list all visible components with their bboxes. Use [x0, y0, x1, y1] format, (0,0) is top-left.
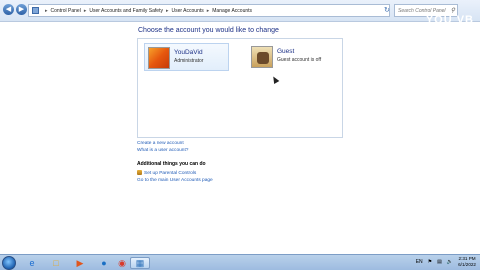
media-player-icon[interactable]: ▶	[70, 257, 90, 269]
clock[interactable]: 2:31 PM 6/1/2022	[458, 256, 476, 268]
parental-controls-icon	[137, 170, 142, 175]
control-panel-icon[interactable]: ▦	[130, 257, 150, 269]
chevron-right-icon: ▸	[206, 7, 210, 14]
account-role: Guest account is off	[277, 57, 322, 63]
breadcrumb-user-accounts[interactable]: User Accounts	[172, 8, 204, 14]
system-tray: EN ⚑ ▤ 🔈 2:31 PM 6/1/2022	[416, 256, 476, 268]
account-name: Guest	[277, 48, 295, 55]
main-user-accounts-link[interactable]: Go to the main User Accounts page	[137, 178, 213, 183]
control-panel-icon	[32, 7, 39, 14]
start-button[interactable]	[2, 256, 16, 270]
accounts-panel: YouDaVid Administrator Guest Guest accou…	[137, 38, 343, 138]
ie-icon[interactable]: e	[22, 257, 42, 269]
forward-button[interactable]: ▶	[16, 4, 27, 15]
page-title: Choose the account you would like to cha…	[138, 27, 279, 34]
breadcrumb-user-accounts-family[interactable]: User Accounts and Family Safety	[89, 8, 163, 14]
chevron-right-icon: ▸	[165, 7, 169, 14]
chrome-icon[interactable]: ◉	[112, 257, 132, 269]
volume-icon[interactable]: 🔈	[447, 259, 453, 265]
clock-date: 6/1/2022	[458, 262, 476, 267]
breadcrumb-control-panel[interactable]: Control Panel	[51, 8, 81, 14]
network-icon[interactable]: ▤	[437, 259, 442, 265]
flower-avatar-icon	[148, 47, 170, 69]
manage-accounts-window: ◀ ▶ ▸ Control Panel ▸ User Accounts and …	[0, 0, 480, 254]
language-indicator[interactable]: EN	[416, 259, 423, 265]
chevron-right-icon: ▸	[45, 7, 48, 14]
account-name: YouDaVid	[174, 49, 203, 56]
chevron-right-icon: ▸	[83, 7, 87, 14]
account-tile-youdavid[interactable]: YouDaVid Administrator	[144, 43, 229, 71]
refresh-icon[interactable]: ↻	[384, 6, 390, 14]
create-account-link[interactable]: Create a new account	[137, 141, 184, 146]
additional-things-heading: Additional things you can do	[137, 161, 206, 167]
parental-controls-link[interactable]: Set up Parental Controls	[137, 170, 196, 176]
breadcrumb-manage-accounts[interactable]: Manage Accounts	[212, 8, 252, 14]
breadcrumb[interactable]: ▸ Control Panel ▸ User Accounts and Fami…	[28, 4, 390, 17]
what-is-user-account-link[interactable]: What is a user account?	[137, 148, 188, 153]
briefcase-avatar-icon	[251, 46, 273, 68]
back-button[interactable]: ◀	[3, 4, 14, 15]
watermark-text: YOU VB	[425, 14, 474, 26]
search-icon[interactable]: ⚲	[451, 7, 455, 14]
address-bar: ◀ ▶ ▸ Control Panel ▸ User Accounts and …	[0, 0, 480, 22]
flag-icon[interactable]: ⚑	[428, 259, 432, 265]
account-role: Administrator	[174, 58, 204, 64]
folder-icon[interactable]: □	[46, 257, 66, 269]
taskbar: e □ ▶ ● ◉ ▦ EN ⚑ ▤ 🔈 2:31 PM 6/1/2022	[0, 254, 480, 270]
account-tile-guest[interactable]: Guest Guest account is off	[248, 43, 338, 71]
nav-buttons: ◀ ▶	[3, 4, 27, 15]
edge-icon[interactable]: ●	[94, 257, 114, 269]
parental-controls-label[interactable]: Set up Parental Controls	[144, 171, 196, 176]
